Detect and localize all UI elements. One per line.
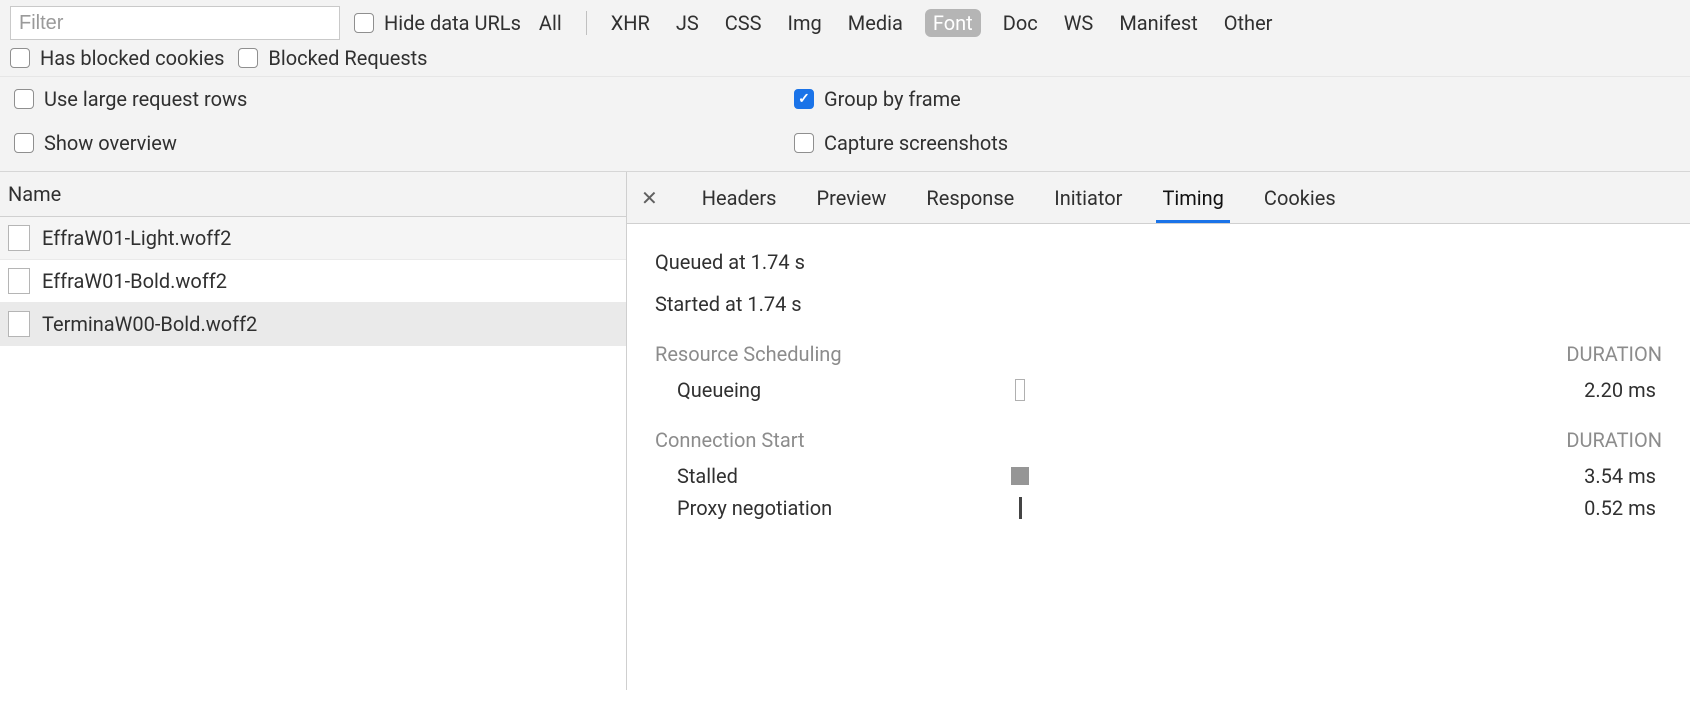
proxy-bar <box>975 497 1065 519</box>
tab-timing[interactable]: Timing <box>1160 174 1225 222</box>
tab-response[interactable]: Response <box>924 174 1016 222</box>
proxy-row: Proxy negotiation 0.52 ms <box>655 496 1662 520</box>
main-area: Name EffraW01-Light.woff2 EffraW01-Bold.… <box>0 172 1690 690</box>
connection-start-label: Connection Start <box>655 428 805 452</box>
show-overview-checkbox[interactable]: Show overview <box>14 131 794 155</box>
file-icon <box>8 225 30 251</box>
tab-cookies[interactable]: Cookies <box>1262 174 1338 222</box>
capture-screenshots-checkbox[interactable]: Capture screenshots <box>794 131 1680 155</box>
type-filter-group: All XHR JS CSS Img Media Font Doc WS Man… <box>535 9 1277 37</box>
options-row: Use large request rows Group by frame Sh… <box>0 76 1690 171</box>
type-filter-all[interactable]: All <box>535 9 566 37</box>
file-icon <box>8 268 30 294</box>
proxy-label: Proxy negotiation <box>655 496 975 520</box>
type-filter-ws[interactable]: WS <box>1060 9 1098 37</box>
request-name: EffraW01-Bold.woff2 <box>42 269 227 293</box>
checkbox-icon <box>14 133 34 153</box>
blocked-row: Has blocked cookies Blocked Requests <box>0 46 1690 76</box>
queueing-label: Queueing <box>655 378 975 402</box>
network-toolbar: Hide data URLs All XHR JS CSS Img Media … <box>0 0 1690 172</box>
filter-input[interactable] <box>10 6 340 40</box>
started-at-text: Started at 1.74 s <box>655 292 1662 316</box>
queueing-bar <box>975 379 1065 401</box>
request-row[interactable]: TerminaW00-Bold.woff2 <box>0 303 626 346</box>
request-list: EffraW01-Light.woff2 EffraW01-Bold.woff2… <box>0 217 626 690</box>
request-row[interactable]: EffraW01-Light.woff2 <box>0 217 626 260</box>
type-filter-font[interactable]: Font <box>925 9 981 37</box>
show-overview-label: Show overview <box>44 131 177 155</box>
request-name: EffraW01-Light.woff2 <box>42 226 231 250</box>
queueing-row: Queueing 2.20 ms <box>655 378 1662 402</box>
separator <box>586 11 587 35</box>
name-column-header[interactable]: Name <box>0 172 626 217</box>
type-filter-js[interactable]: JS <box>672 9 703 37</box>
checkbox-icon <box>10 48 30 68</box>
timing-detail: Queued at 1.74 s Started at 1.74 s Resou… <box>627 224 1690 690</box>
duration-label: DURATION <box>1566 428 1662 452</box>
stalled-value: 3.54 ms <box>1065 464 1662 488</box>
type-filter-doc[interactable]: Doc <box>999 9 1042 37</box>
stalled-label: Stalled <box>655 464 975 488</box>
duration-label: DURATION <box>1566 342 1662 366</box>
request-row[interactable]: EffraW01-Bold.woff2 <box>0 260 626 303</box>
file-icon <box>8 311 30 337</box>
checkbox-icon <box>14 89 34 109</box>
filter-row: Hide data URLs All XHR JS CSS Img Media … <box>0 0 1690 46</box>
detail-tabs: ✕ Headers Preview Response Initiator Tim… <box>627 172 1690 224</box>
tab-initiator[interactable]: Initiator <box>1052 174 1124 222</box>
capture-screenshots-label: Capture screenshots <box>824 131 1008 155</box>
checkbox-icon <box>354 13 374 33</box>
type-filter-media[interactable]: Media <box>844 9 907 37</box>
detail-panel: ✕ Headers Preview Response Initiator Tim… <box>627 172 1690 690</box>
tab-headers[interactable]: Headers <box>700 174 779 222</box>
checkbox-icon <box>794 133 814 153</box>
queued-at-text: Queued at 1.74 s <box>655 250 1662 274</box>
use-large-rows-checkbox[interactable]: Use large request rows <box>14 87 794 111</box>
close-icon[interactable]: ✕ <box>635 182 664 214</box>
hide-data-urls-checkbox[interactable]: Hide data URLs <box>354 11 521 35</box>
blocked-requests-label: Blocked Requests <box>268 46 427 70</box>
has-blocked-cookies-label: Has blocked cookies <box>40 46 224 70</box>
stalled-row: Stalled 3.54 ms <box>655 464 1662 488</box>
hide-data-urls-label: Hide data URLs <box>384 11 521 35</box>
group-by-frame-checkbox[interactable]: Group by frame <box>794 87 1680 111</box>
resource-scheduling-header: Resource Scheduling DURATION <box>655 342 1662 366</box>
use-large-rows-label: Use large request rows <box>44 87 247 111</box>
type-filter-img[interactable]: Img <box>784 9 826 37</box>
request-list-panel: Name EffraW01-Light.woff2 EffraW01-Bold.… <box>0 172 627 690</box>
type-filter-manifest[interactable]: Manifest <box>1115 9 1201 37</box>
type-filter-css[interactable]: CSS <box>721 9 766 37</box>
type-filter-xhr[interactable]: XHR <box>607 9 654 37</box>
has-blocked-cookies-checkbox[interactable]: Has blocked cookies <box>10 46 224 70</box>
proxy-value: 0.52 ms <box>1065 496 1662 520</box>
blocked-requests-checkbox[interactable]: Blocked Requests <box>238 46 427 70</box>
checkbox-icon <box>794 89 814 109</box>
queueing-value: 2.20 ms <box>1065 378 1662 402</box>
stalled-bar <box>975 467 1065 485</box>
tab-preview[interactable]: Preview <box>815 174 889 222</box>
resource-scheduling-label: Resource Scheduling <box>655 342 842 366</box>
connection-start-header: Connection Start DURATION <box>655 428 1662 452</box>
request-name: TerminaW00-Bold.woff2 <box>42 312 257 336</box>
group-by-frame-label: Group by frame <box>824 87 961 111</box>
type-filter-other[interactable]: Other <box>1220 9 1277 37</box>
checkbox-icon <box>238 48 258 68</box>
